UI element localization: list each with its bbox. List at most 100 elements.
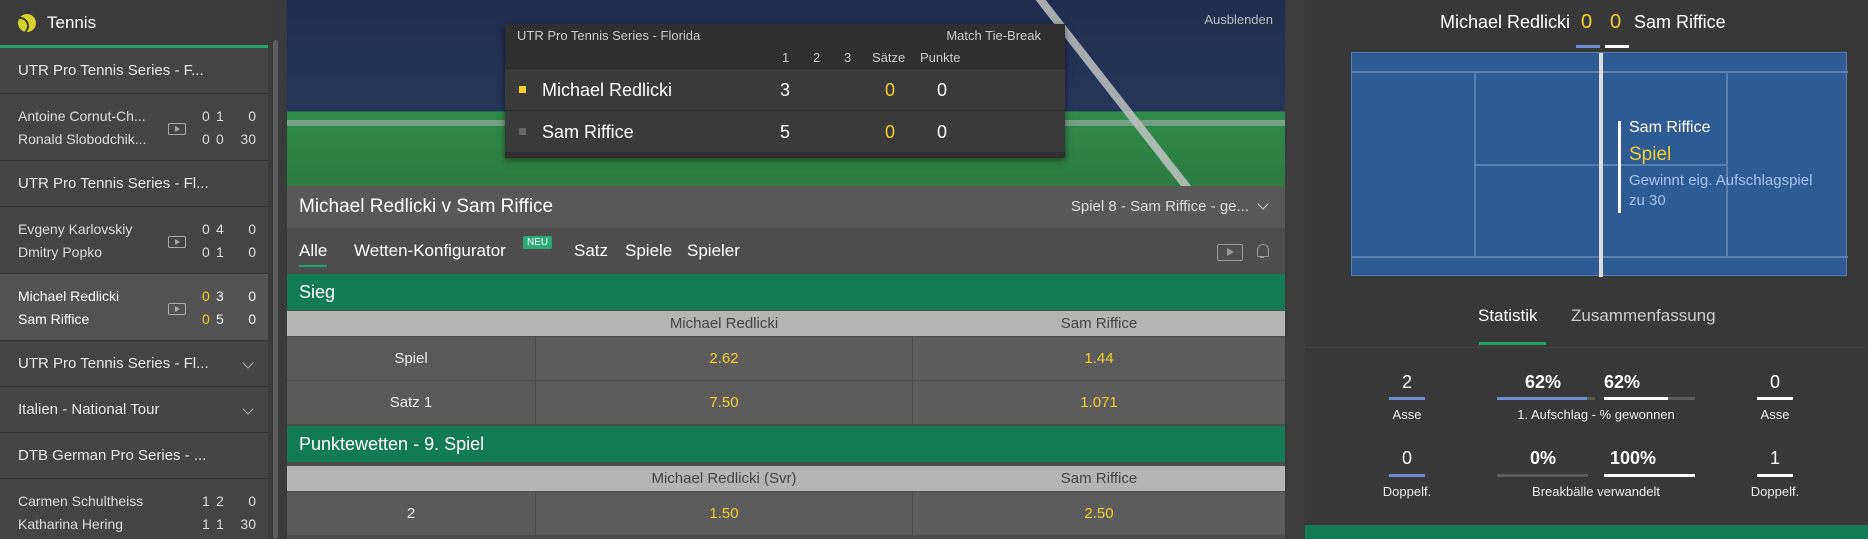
chevron-down-icon[interactable] [1257, 198, 1269, 210]
serve-indicator-icon [519, 86, 526, 93]
player-name: Ronald Slobodchik... [18, 130, 147, 147]
tournament-name: UTR Pro Tennis Series - Florida [517, 27, 701, 43]
scoreboard-header: 1 2 3 Sätze Punkte [782, 50, 961, 65]
match-scores: 120 1 1 30 [202, 492, 256, 532]
odds-button[interactable]: 2.50 [913, 492, 1285, 535]
panel-divider [1285, 0, 1305, 539]
odds-row-label: Spiel [287, 337, 535, 380]
video-icon[interactable] [168, 236, 186, 248]
bell-icon[interactable] [1255, 242, 1269, 258]
odds-button[interactable]: 1.44 [913, 337, 1285, 380]
sidebar-match[interactable]: Antoine Cornut-Ch... Ronald Slobodchik..… [0, 94, 268, 161]
stat-bar [1668, 397, 1695, 400]
stat-value: 1 [1769, 448, 1780, 468]
odds-button[interactable]: 7.50 [536, 381, 912, 424]
stat-label: Doppelf. [1382, 484, 1432, 499]
score-underline [1576, 45, 1600, 48]
sidebar-match[interactable]: Carmen Schultheiss Katharina Hering 120 … [0, 479, 268, 539]
points-score: 0 [937, 80, 948, 100]
set-score: 3 [780, 80, 791, 100]
court-net [1599, 53, 1603, 277]
sidebar-league[interactable]: DTB German Pro Series - ... [0, 433, 268, 479]
sidebar-match[interactable]: Evgeny Karlovskiy Dmitry Popko 040 010 [0, 207, 268, 274]
game-selector[interactable]: Spiel 8 - Sam Riffice - ge... [1071, 198, 1249, 215]
player-name: Michael Redlicki [542, 80, 673, 100]
market-tabs: Alle Wetten-Konfigurator NEU Satz Spiele… [287, 228, 1285, 274]
sidebar-match-active[interactable]: Michael Redlicki Sam Riffice 030 050 [0, 274, 268, 341]
sets-score: 0 [885, 80, 896, 100]
scoreboard-row-p1: Michael Redlicki 3 0 0 [505, 68, 1065, 110]
odds-button[interactable]: 1.50 [536, 492, 912, 535]
stat-label: Breakbälle verwandelt [1532, 484, 1660, 499]
video-icon[interactable] [1217, 244, 1243, 261]
tennis-court-graphic: Sam Riffice Spiel Gewinnt eig. Aufschlag… [1351, 52, 1848, 277]
stat-value: 100% [1609, 448, 1657, 468]
serve-indicator-icon [519, 128, 526, 135]
stat-bar [1389, 397, 1425, 400]
odds-button[interactable]: 1.071 [913, 381, 1285, 424]
player-name: Katharina Hering [18, 515, 124, 532]
match-scores: 010 0 0 30 [202, 107, 256, 147]
main-panel: Ausblenden UTR Pro Tennis Series - Flori… [287, 0, 1285, 539]
column-label: Sam Riffice [1060, 470, 1138, 487]
stat-value: 0 [1401, 448, 1412, 468]
tab-alle[interactable]: Alle [299, 241, 328, 267]
tab-satz[interactable]: Satz [574, 241, 608, 261]
video-icon[interactable] [168, 123, 186, 135]
odds-row: Spiel 2.62 1.44 [287, 337, 1285, 381]
tab-wetten-konfigurator[interactable]: Wetten-Konfigurator [354, 241, 506, 261]
market-header-punktewetten[interactable]: Punktewetten - 9. Spiel [287, 426, 1285, 462]
odds-row-label: 2 [287, 492, 535, 535]
odds-row: 2 1.50 2.50 [287, 492, 1285, 536]
event-bar [1618, 121, 1621, 213]
tab-spiele[interactable]: Spiele [625, 241, 672, 261]
stat-label: Doppelf. [1750, 484, 1800, 499]
sidebar-scrollbar[interactable] [271, 0, 281, 539]
hide-button[interactable]: Ausblenden [1204, 12, 1273, 27]
score-underline [1605, 45, 1629, 48]
column-label: Michael Redlicki [669, 315, 779, 332]
market-header-sieg[interactable]: Sieg [287, 274, 1285, 310]
event-description: Gewinnt eig. Aufschlagspiel zu 30 [1629, 172, 1813, 209]
sidebar-header[interactable]: Tennis [0, 0, 268, 48]
match-mode: Match Tie-Break [946, 27, 1041, 43]
league-label: DTB German Pro Series - ... [18, 447, 207, 464]
stat-bar [1497, 474, 1588, 477]
court-background: Ausblenden UTR Pro Tennis Series - Flori… [287, 0, 1285, 186]
market-title: Punktewetten - 9. Spiel [299, 433, 485, 454]
odds-button[interactable]: 2.62 [536, 337, 912, 380]
tennis-ball-icon [18, 13, 36, 32]
chevron-down-icon [242, 357, 254, 369]
sidebar-league[interactable]: UTR Pro Tennis Series - Fl... [0, 341, 268, 387]
sidebar-league[interactable]: Italien - National Tour [0, 387, 268, 433]
sidebar-league[interactable]: UTR Pro Tennis Series - F... [0, 48, 268, 94]
tab-statistik[interactable]: Statistik [1478, 306, 1538, 326]
player-name: Carmen Schultheiss [18, 492, 144, 509]
court-line [1726, 71, 1728, 258]
stat-label: Asse [1760, 407, 1790, 422]
active-tab-underline [1479, 342, 1546, 345]
stat-bar [1497, 397, 1588, 400]
match-header: Michael Redlicki v Sam Riffice Spiel 8 -… [287, 186, 1285, 228]
stat-value: 0 [1769, 372, 1780, 392]
tracker-score: Michael Redlicki 0 0 Sam Riffice [1305, 11, 1868, 36]
scoreboard-row-p2: Sam Riffice 5 0 0 [505, 110, 1065, 152]
stat-bar [1757, 474, 1793, 477]
player-name: Michael Redlicki [1439, 12, 1570, 32]
video-icon[interactable] [168, 303, 186, 315]
sidebar-title: Tennis [47, 12, 97, 32]
league-label: Italien - National Tour [18, 401, 160, 418]
score: 0 [1581, 11, 1593, 33]
new-badge: NEU [523, 236, 553, 249]
player-name: Michael Redlicki [18, 287, 120, 304]
tracker-tabs: Statistik Zusammenfassung [1305, 300, 1868, 348]
stat-value: 2 [1401, 372, 1412, 392]
tab-zusammenfassung[interactable]: Zusammenfassung [1571, 306, 1716, 326]
match-scores: 030 050 [202, 287, 256, 327]
scrollbar-thumb[interactable] [273, 40, 278, 539]
stat-bar [1604, 397, 1668, 400]
tab-spieler[interactable]: Spieler [687, 241, 740, 261]
market-column-header: Michael Redlicki Sam Riffice [287, 311, 1285, 336]
sidebar-league[interactable]: UTR Pro Tennis Series - Fl... [0, 161, 268, 207]
column-label: Sam Riffice [1060, 315, 1138, 332]
